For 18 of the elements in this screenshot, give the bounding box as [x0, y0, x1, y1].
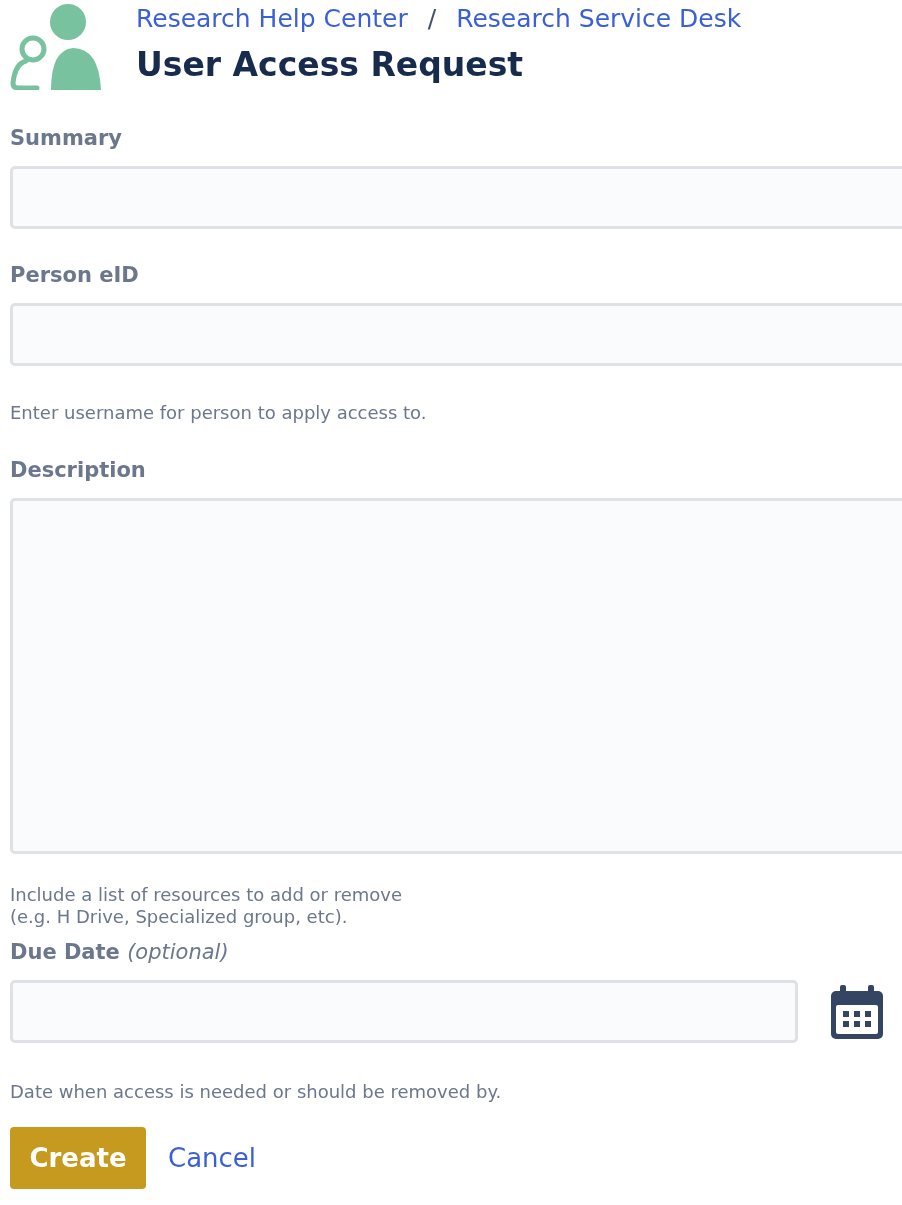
help-text: Include a list of resources to add or remove (e.g. H Drive, Specialized group, etc). — [10, 884, 404, 928]
text-field[interactable] — [10, 303, 902, 366]
field-label: Description — [10, 458, 147, 482]
help-text: Enter username for person to apply access to. — [10, 402, 428, 424]
text-area[interactable] — [10, 498, 902, 854]
page-title: User Access Request — [136, 45, 525, 84]
calendar-icon[interactable] — [828, 982, 886, 1041]
breadcrumb-link[interactable]: Research Service Desk — [456, 4, 742, 33]
field-label: Summary — [10, 126, 124, 150]
field-label: Person eID — [10, 263, 140, 287]
users-icon — [10, 4, 104, 90]
help-text: Date when access is needed or should be removed by. — [10, 1081, 503, 1103]
cancel-link[interactable]: Cancel — [168, 1143, 257, 1173]
field-label: Due Date (optional) — [10, 940, 230, 964]
text-field[interactable] — [10, 166, 902, 229]
date-field[interactable] — [10, 980, 798, 1043]
breadcrumb-link[interactable]: Research Help Center — [136, 4, 408, 33]
breadcrumb-separator: / — [427, 4, 437, 33]
